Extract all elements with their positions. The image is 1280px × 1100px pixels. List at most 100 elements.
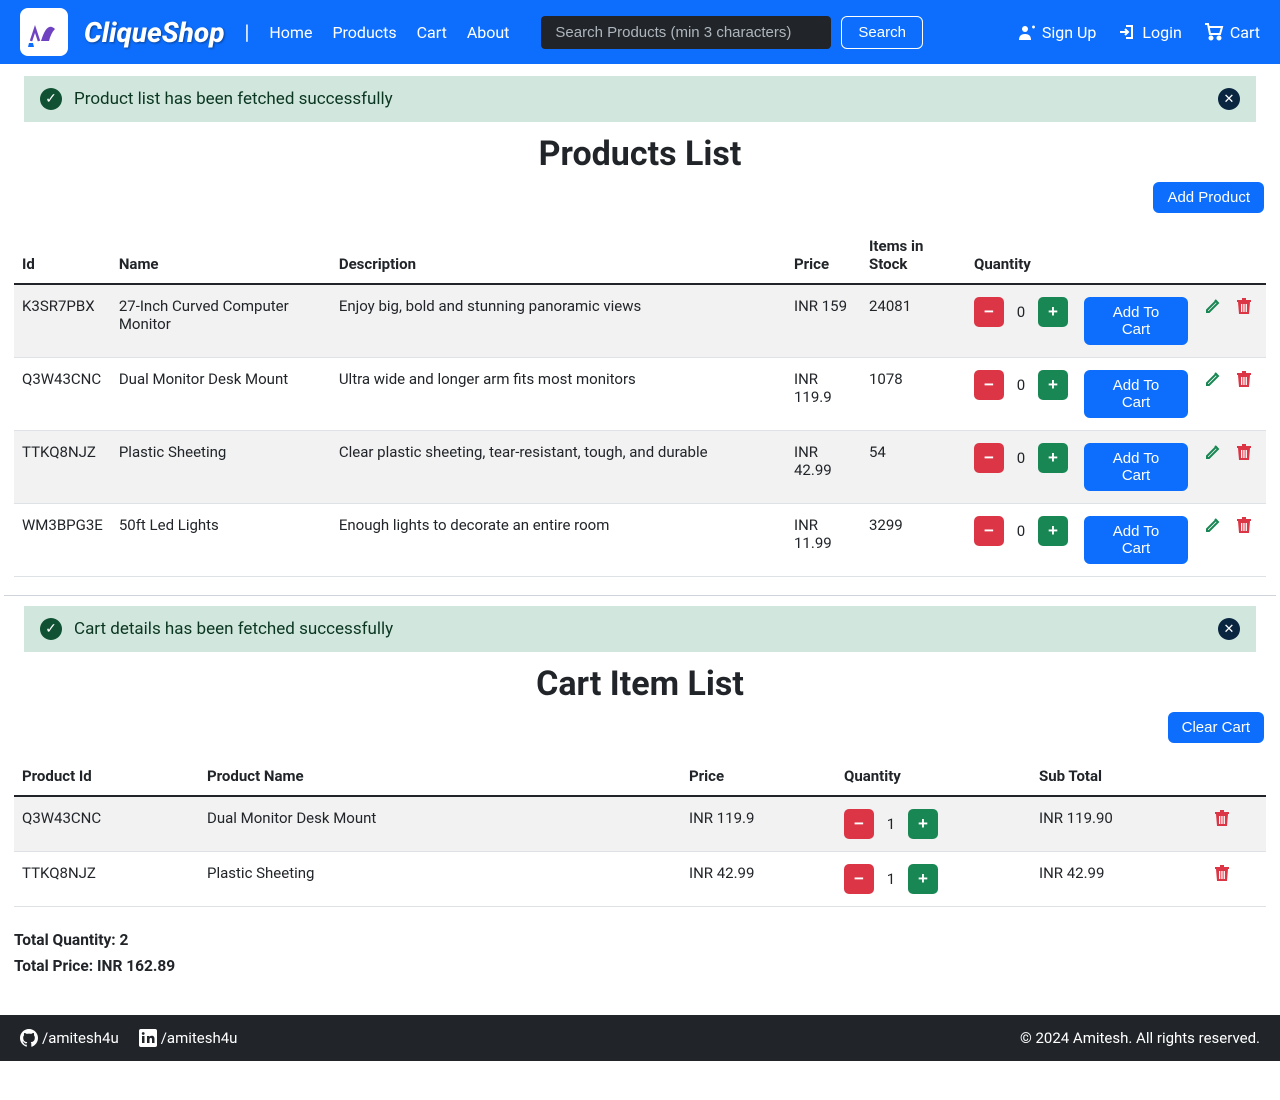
qty-value: 1: [884, 870, 898, 888]
add-to-cart-button[interactable]: Add To Cart: [1084, 370, 1188, 418]
trash-icon[interactable]: [1214, 809, 1258, 827]
qty-value: 0: [1014, 522, 1028, 540]
cell-stock: 1078: [861, 358, 966, 431]
nav-separator: |: [244, 20, 249, 44]
col-cprice: Price: [681, 757, 836, 796]
cell-price: INR 119.9: [786, 358, 861, 431]
qty-minus-button[interactable]: −: [974, 370, 1004, 400]
edit-icon[interactable]: [1204, 443, 1222, 461]
github-link[interactable]: /amitesh4u: [20, 1029, 119, 1047]
cell-cprice: INR 42.99: [681, 852, 836, 907]
col-pid: Product Id: [14, 757, 199, 796]
cell-name: 27-Inch Curved Computer Monitor: [111, 284, 331, 358]
trash-icon[interactable]: [1236, 297, 1252, 315]
cell-stock: 54: [861, 431, 966, 504]
close-icon[interactable]: ✕: [1218, 88, 1240, 110]
github-text: /amitesh4u: [42, 1029, 119, 1047]
cell-desc: Clear plastic sheeting, tear-resistant, …: [331, 431, 786, 504]
cell-price: INR 159: [786, 284, 861, 358]
qty-minus-button[interactable]: −: [974, 443, 1004, 473]
nav-about[interactable]: About: [467, 23, 510, 42]
col-pname: Product Name: [199, 757, 681, 796]
add-to-cart-button[interactable]: Add To Cart: [1084, 516, 1188, 564]
linkedin-link[interactable]: /amitesh4u: [139, 1029, 238, 1047]
trash-icon[interactable]: [1236, 516, 1252, 534]
table-row: Q3W43CNCDual Monitor Desk MountUltra wid…: [14, 358, 1266, 431]
qty-minus-button[interactable]: −: [844, 864, 874, 894]
qty-plus-button[interactable]: +: [1038, 516, 1068, 546]
cell-desc: Ultra wide and longer arm fits most moni…: [331, 358, 786, 431]
edit-icon[interactable]: [1204, 370, 1222, 388]
cell-stock: 3299: [861, 504, 966, 577]
qty-minus-button[interactable]: −: [844, 809, 874, 839]
cell-id: Q3W43CNC: [14, 358, 111, 431]
qty-plus-button[interactable]: +: [1038, 443, 1068, 473]
nav-cart[interactable]: Cart: [417, 23, 447, 42]
alert-message: Product list has been fetched successful…: [74, 89, 393, 109]
table-row: WM3BPG3E50ft Led LightsEnough lights to …: [14, 504, 1266, 577]
edit-icon[interactable]: [1204, 516, 1222, 534]
col-desc: Description: [331, 227, 786, 284]
cell-price: INR 42.99: [786, 431, 861, 504]
add-to-cart-button[interactable]: Add To Cart: [1084, 297, 1188, 345]
cart-title: Cart Item List: [4, 664, 1276, 704]
login-label: Login: [1142, 23, 1181, 42]
qty-minus-button[interactable]: −: [974, 516, 1004, 546]
qty-value: 0: [1014, 303, 1028, 321]
alert-products: ✓ Product list has been fetched successf…: [24, 76, 1256, 122]
login-link[interactable]: Login: [1118, 23, 1181, 42]
clear-cart-button[interactable]: Clear Cart: [1168, 712, 1264, 743]
linkedin-text: /amitesh4u: [161, 1029, 238, 1047]
qty-plus-button[interactable]: +: [1038, 297, 1068, 327]
qty-plus-button[interactable]: +: [1038, 370, 1068, 400]
trash-icon[interactable]: [1214, 864, 1258, 882]
total-price-label: Total Price:: [14, 957, 97, 975]
cell-name: Plastic Sheeting: [111, 431, 331, 504]
cart-label: Cart: [1230, 23, 1260, 42]
qty-minus-button[interactable]: −: [974, 297, 1004, 327]
total-price-value: INR 162.89: [97, 957, 175, 975]
signup-label: Sign Up: [1042, 23, 1097, 42]
table-row: Q3W43CNCDual Monitor Desk MountINR 119.9…: [14, 796, 1266, 852]
qty-plus-button[interactable]: +: [908, 864, 938, 894]
search-button[interactable]: Search: [841, 16, 923, 49]
cell-desc: Enjoy big, bold and stunning panoramic v…: [331, 284, 786, 358]
auth-links: Sign Up Login Cart: [1018, 23, 1260, 42]
col-name: Name: [111, 227, 331, 284]
cell-name: 50ft Led Lights: [111, 504, 331, 577]
edit-icon[interactable]: [1204, 297, 1222, 315]
user-plus-icon: [1018, 23, 1036, 41]
table-row: TTKQ8NJZPlastic SheetingClear plastic sh…: [14, 431, 1266, 504]
copyright: © 2024 Amitesh. All rights reserved.: [1020, 1029, 1260, 1047]
total-qty-value: 2: [120, 931, 129, 949]
cell-pname: Dual Monitor Desk Mount: [199, 796, 681, 852]
cell-sub: INR 119.90: [1031, 796, 1206, 852]
trash-icon[interactable]: [1236, 443, 1252, 461]
qty-value: 1: [884, 815, 898, 833]
qty-plus-button[interactable]: +: [908, 809, 938, 839]
qty-value: 0: [1014, 449, 1028, 467]
cell-id: WM3BPG3E: [14, 504, 111, 577]
close-icon[interactable]: ✕: [1218, 618, 1240, 640]
nav-links: Home Products Cart About: [269, 23, 509, 42]
cell-desc: Enough lights to decorate an entire room: [331, 504, 786, 577]
cart-totals: Total Quantity: 2 Total Price: INR 162.8…: [4, 915, 1276, 991]
cart-table: Product Id Product Name Price Quantity S…: [14, 757, 1266, 907]
github-icon: [20, 1029, 38, 1047]
footer: /amitesh4u /amitesh4u © 2024 Amitesh. Al…: [0, 1015, 1280, 1061]
nav-home[interactable]: Home: [269, 23, 312, 42]
col-price: Price: [786, 227, 861, 284]
brand-text: CliqueShop: [84, 16, 224, 49]
signup-link[interactable]: Sign Up: [1018, 23, 1097, 42]
nav-products[interactable]: Products: [332, 23, 396, 42]
check-icon: ✓: [40, 618, 62, 640]
alert-cart: ✓ Cart details has been fetched successf…: [24, 606, 1256, 652]
cart-link[interactable]: Cart: [1204, 23, 1260, 42]
search-form: Search: [541, 16, 923, 49]
search-input[interactable]: [541, 16, 831, 49]
cell-sub: INR 42.99: [1031, 852, 1206, 907]
add-product-button[interactable]: Add Product: [1153, 182, 1264, 213]
add-to-cart-button[interactable]: Add To Cart: [1084, 443, 1188, 491]
cell-name: Dual Monitor Desk Mount: [111, 358, 331, 431]
trash-icon[interactable]: [1236, 370, 1252, 388]
